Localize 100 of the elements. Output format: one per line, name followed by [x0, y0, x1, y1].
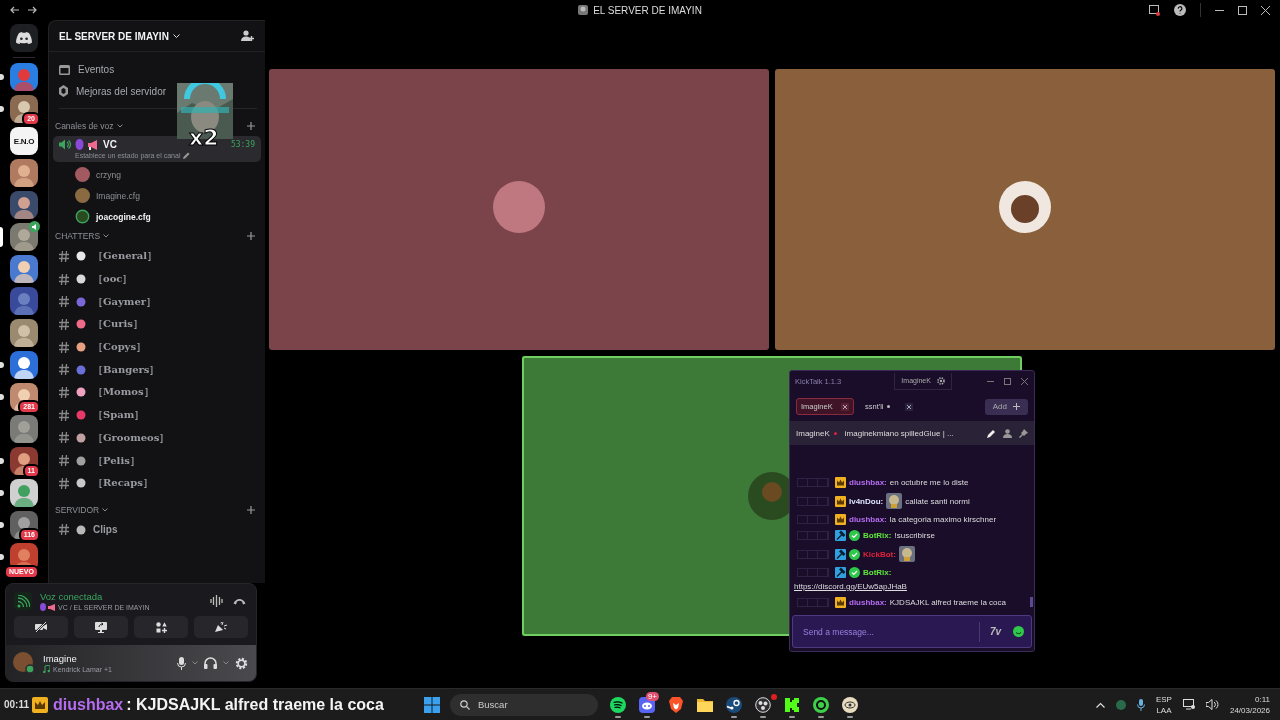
screen-share-button[interactable]: [74, 616, 128, 638]
record-app-icon[interactable]: [755, 696, 771, 713]
text-channel[interactable]: ［General］: [53, 245, 261, 268]
chat-username[interactable]: diushbax:: [849, 514, 887, 525]
server-name[interactable]: EL SERVER DE IMAYIN: [59, 30, 169, 42]
chevron-up-icon[interactable]: [1095, 701, 1105, 708]
discord-logo[interactable]: [10, 24, 38, 52]
pin-icon[interactable]: [1019, 428, 1028, 438]
close-icon[interactable]: [905, 402, 913, 411]
text-channel[interactable]: ［Bangers］: [53, 358, 261, 382]
signal-icon[interactable]: [14, 592, 32, 610]
video-tile[interactable]: [775, 69, 1275, 350]
soundboard-icon[interactable]: [210, 595, 223, 607]
chat-app-icon[interactable]: [639, 696, 655, 713]
close-icon[interactable]: [1261, 5, 1270, 15]
text-channel[interactable]: Clips: [53, 518, 261, 542]
text-channel[interactable]: ［Recaps］: [53, 471, 261, 495]
text-channel[interactable]: ［Spam］: [53, 403, 261, 427]
music-app-icon[interactable]: [610, 696, 626, 713]
server-icon[interactable]: [10, 223, 38, 251]
steam-icon[interactable]: [726, 696, 742, 713]
keyboard-language[interactable]: ESP: [1155, 693, 1172, 705]
soundboard-button[interactable]: [194, 616, 248, 638]
activities-button[interactable]: [134, 616, 188, 638]
avatar[interactable]: [75, 188, 90, 203]
folder-icon[interactable]: [697, 697, 713, 712]
user-icon[interactable]: [1003, 428, 1012, 438]
server-icon[interactable]: [10, 319, 38, 347]
avatar[interactable]: [75, 167, 90, 182]
chat-username[interactable]: Iv4nDou:: [849, 495, 884, 507]
chat-username[interactable]: BotRix:: [863, 567, 892, 578]
close-icon[interactable]: [841, 402, 849, 411]
lion-shield-icon[interactable]: [669, 696, 683, 713]
hang-up-icon[interactable]: [233, 597, 246, 605]
headphones-icon[interactable]: [204, 657, 217, 669]
message-field[interactable]: Send a message...: [803, 626, 973, 637]
chat-username[interactable]: KickBot:: [863, 548, 896, 560]
inbox-icon[interactable]: [1149, 4, 1160, 16]
member-name[interactable]: joacogine.cfg: [96, 211, 151, 222]
search-field[interactable]: Buscar: [478, 699, 578, 710]
notification-badge: 9+: [645, 691, 659, 701]
taskbar-button[interactable]: 9+: [635, 691, 659, 718]
avatar[interactable]: [75, 209, 90, 224]
pencil-icon[interactable]: [987, 428, 996, 438]
server-icon[interactable]: [10, 351, 38, 379]
server-icon[interactable]: [10, 479, 38, 507]
server-icon[interactable]: [10, 159, 38, 187]
text-channel[interactable]: ［Copys］: [53, 335, 261, 359]
video-tile[interactable]: [269, 69, 769, 350]
back-icon[interactable]: [10, 6, 20, 14]
camera-off-button[interactable]: [14, 616, 68, 638]
category-header[interactable]: Canales de voz: [55, 121, 114, 131]
chat-message: !suscribirse: [894, 530, 935, 541]
microphone-icon[interactable]: [177, 656, 186, 670]
help-icon[interactable]: [1174, 4, 1186, 16]
text-channel[interactable]: ［Gaymer］: [53, 290, 261, 314]
maximize-icon[interactable]: [1238, 5, 1247, 15]
text-channel[interactable]: ［ooc］: [53, 267, 261, 291]
chat-username[interactable]: BotRix:: [863, 530, 892, 541]
clock-time[interactable]: 0:11: [1255, 693, 1270, 705]
eye-app-icon[interactable]: [842, 696, 858, 713]
stream-app-icon[interactable]: [784, 696, 800, 713]
server-icon[interactable]: [10, 415, 38, 443]
text-channel[interactable]: ［Momos］: [53, 381, 261, 404]
server-icon[interactable]: E.N.O: [10, 127, 38, 155]
chat-username[interactable]: diushbax:: [849, 597, 887, 608]
category-header[interactable]: CHATTERS: [55, 231, 101, 241]
ring-app-icon[interactable]: [813, 696, 829, 713]
member-name[interactable]: crzyng: [96, 169, 122, 180]
clock-date[interactable]: 24/03/2026: [1229, 704, 1270, 716]
forward-icon[interactable]: [27, 6, 37, 14]
text-channel[interactable]: ［Groomeos］: [53, 426, 261, 450]
member-name[interactable]: Imagine.cfg: [96, 190, 140, 201]
plus-icon[interactable]: [247, 122, 255, 130]
server-icon[interactable]: [10, 191, 38, 219]
hash-icon: [59, 296, 69, 308]
plus-icon[interactable]: [247, 505, 255, 514]
add-member-icon[interactable]: [241, 30, 254, 42]
volume-icon[interactable]: [1205, 699, 1219, 710]
plus-icon[interactable]: [247, 232, 255, 240]
crown-badge-icon: [835, 477, 846, 488]
settings-icon[interactable]: [936, 376, 945, 385]
chat-link[interactable]: https://discord.gg/EUw5apJHaB: [794, 581, 1023, 592]
avatar[interactable]: [13, 652, 35, 674]
sidebar-link[interactable]: Eventos: [53, 58, 261, 80]
text-channel[interactable]: ［Curis］: [53, 313, 261, 336]
microphone-icon[interactable]: [1136, 698, 1145, 711]
server-icon[interactable]: [10, 255, 38, 283]
category-header[interactable]: SERVIDOR: [55, 504, 100, 515]
chat-username[interactable]: diushbax:: [849, 477, 887, 488]
emoji-button-icon[interactable]: [1013, 626, 1024, 637]
keyboard-language[interactable]: LAA: [1156, 704, 1172, 716]
text-channel[interactable]: ［Pelis］: [53, 449, 261, 472]
tray-app-icon[interactable]: [1115, 699, 1126, 710]
emote-menu-button[interactable]: 7v: [989, 626, 1001, 637]
search-bar[interactable]: Buscar: [450, 693, 598, 716]
network-icon[interactable]: [1182, 699, 1195, 710]
sidebar-link[interactable]: Mejoras del servidor: [53, 80, 261, 102]
windows-start-icon[interactable]: [424, 696, 440, 713]
add-button[interactable]: Add: [984, 398, 1028, 415]
